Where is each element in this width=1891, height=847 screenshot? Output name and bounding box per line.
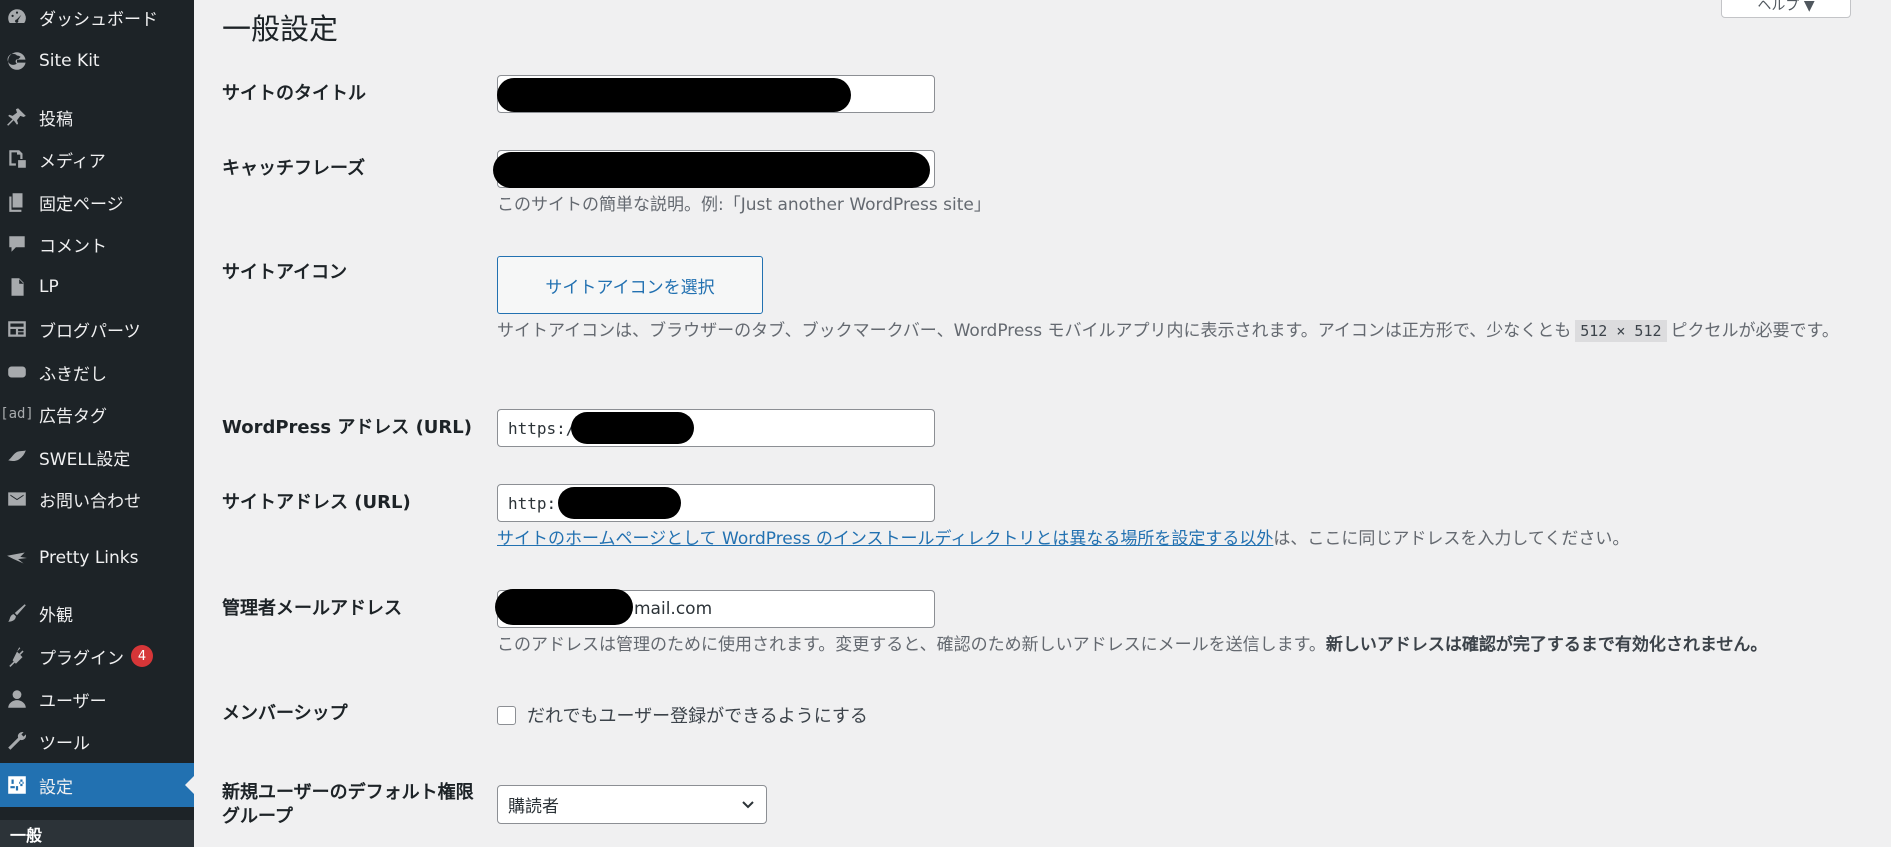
sidebar-item-label: 投稿 (39, 109, 73, 130)
sidebar-item-label: ユーザー (39, 691, 107, 712)
user-icon (5, 687, 29, 711)
sidebar-item-label: ツール (39, 733, 90, 754)
default-role-label: 新規ユーザーのデフォルト権限グループ (222, 782, 474, 827)
sidebar-item-label: お問い合わせ (39, 491, 141, 512)
sidebar-item-label: プラグイン (39, 648, 124, 669)
sidebar-item-label: ブログパーツ (39, 321, 141, 342)
icon-size-code: 512 × 512 (1575, 320, 1667, 342)
sidebar-item-label: Pretty Links (39, 548, 139, 568)
sidebar-item-posts[interactable]: 投稿 (0, 98, 194, 136)
update-count-badge: 4 (131, 645, 153, 667)
wp-address-input[interactable]: https:/ (497, 409, 935, 447)
mail-icon (5, 487, 29, 511)
pin-icon (5, 105, 29, 129)
brush-icon (5, 601, 29, 625)
sidebar-item-label: SWELL設定 (39, 449, 131, 470)
sidebar-item-label: コメント (39, 236, 107, 257)
pretty-links-icon (5, 546, 29, 570)
sidebar-item-appearance[interactable]: 外観 (0, 594, 194, 632)
wrench-icon (5, 729, 29, 753)
sidebar-item-label: LP (39, 277, 59, 297)
sidebar-item-label: 外観 (39, 605, 73, 626)
admin-email-description: このアドレスは管理のために使用されます。変更すると、確認のため新しいアドレスにメ… (497, 635, 1768, 655)
speech-bubble-icon (5, 360, 29, 384)
redaction-mark (558, 487, 681, 519)
membership-label: メンバーシップ (222, 703, 348, 724)
sidebar-item-label: 固定ページ (39, 194, 124, 215)
site-icon-description: サイトアイコンは、ブラウザーのタブ、ブックマークバー、WordPress モバイ… (497, 320, 1839, 342)
google-g-icon (5, 49, 29, 73)
redaction-mark (497, 78, 851, 112)
sidebar-item-swell-settings[interactable]: SWELL設定 (0, 438, 194, 476)
sidebar-item-media[interactable]: メディア (0, 140, 194, 178)
site-address-description: サイトのホームページとして WordPress のインストールディレクトリとは異… (497, 529, 1630, 549)
sidebar-item-fukidashi[interactable]: ふきだし (0, 353, 194, 391)
sidebar-item-label: 設定 (39, 777, 73, 798)
layout-icon (5, 317, 29, 341)
redaction-mark (495, 589, 633, 625)
main-content: ヘルプ ▼ 一般設定 サイトのタイトル キャッチフレーズ このサイトの簡単な説明… (194, 0, 1891, 847)
membership-checkbox[interactable] (497, 705, 516, 725)
sidebar-item-users[interactable]: ユーザー (0, 680, 194, 718)
chevron-down-icon (742, 801, 754, 809)
site-icon-label: サイトアイコン (222, 262, 348, 283)
sidebar-item-settings[interactable]: 設定 (0, 763, 194, 807)
membership-checkbox-label[interactable]: だれでもユーザー登録ができるようにする (527, 702, 868, 728)
tagline-label: キャッチフレーズ (222, 158, 366, 179)
sidebar-item-contact[interactable]: お問い合わせ (0, 480, 194, 518)
sidebar-item-tools[interactable]: ツール (0, 722, 194, 760)
plugin-icon (5, 644, 29, 668)
admin-sidebar: ダッシュボード Site Kit 投稿 メディア 固定ページ コメント LP ブ… (0, 0, 194, 847)
site-address-help-link[interactable]: サイトのホームページとして WordPress のインストールディレクトリとは異… (497, 529, 1273, 549)
redaction-mark (571, 412, 694, 444)
sidebar-item-lp[interactable]: LP (0, 268, 194, 306)
media-icon (5, 147, 29, 171)
ad-icon: [ad] (0, 406, 34, 422)
help-tab-button[interactable]: ヘルプ ▼ (1721, 0, 1851, 18)
sidebar-item-plugins[interactable]: プラグイン 4 (0, 637, 194, 675)
admin-email-label: 管理者メールアドレス (222, 598, 402, 619)
sidebar-item-label: Site Kit (39, 51, 100, 71)
redaction-mark (493, 152, 930, 188)
bird-icon (5, 445, 29, 469)
sidebar-item-blog-parts[interactable]: ブログパーツ (0, 310, 194, 348)
dashboard-icon (5, 5, 29, 29)
membership-option: だれでもユーザー登録ができるようにする (497, 702, 868, 728)
page-icon (5, 190, 29, 214)
sidebar-item-dashboard[interactable]: ダッシュボード (0, 0, 194, 36)
document-icon (5, 275, 29, 299)
sidebar-item-label: メディア (39, 151, 106, 172)
site-address-label: サイトアドレス (URL) (222, 492, 411, 513)
sidebar-item-label: 広告タグ (39, 406, 107, 427)
tagline-description: このサイトの簡単な説明。例:「Just another WordPress si… (497, 195, 991, 215)
settings-icon (5, 773, 29, 797)
default-role-select[interactable]: 購読者 (497, 785, 767, 824)
page-title: 一般設定 (222, 12, 339, 46)
submenu-item-general[interactable]: 一般 (0, 820, 194, 847)
sidebar-item-pretty-links[interactable]: Pretty Links (0, 539, 194, 577)
sidebar-item-label: ダッシュボード (39, 9, 158, 30)
wp-address-label: WordPress アドレス (URL) (222, 417, 472, 438)
select-site-icon-button[interactable]: サイトアイコンを選択 (497, 256, 763, 314)
comment-icon (5, 232, 29, 256)
sidebar-item-label: ふきだし (39, 364, 107, 385)
sidebar-item-ad-tags[interactable]: [ad] 広告タグ (0, 395, 194, 433)
site-title-label: サイトのタイトル (222, 83, 366, 104)
sidebar-item-site-kit[interactable]: Site Kit (0, 42, 194, 80)
sidebar-item-pages[interactable]: 固定ページ (0, 183, 194, 221)
sidebar-item-comments[interactable]: コメント (0, 225, 194, 263)
